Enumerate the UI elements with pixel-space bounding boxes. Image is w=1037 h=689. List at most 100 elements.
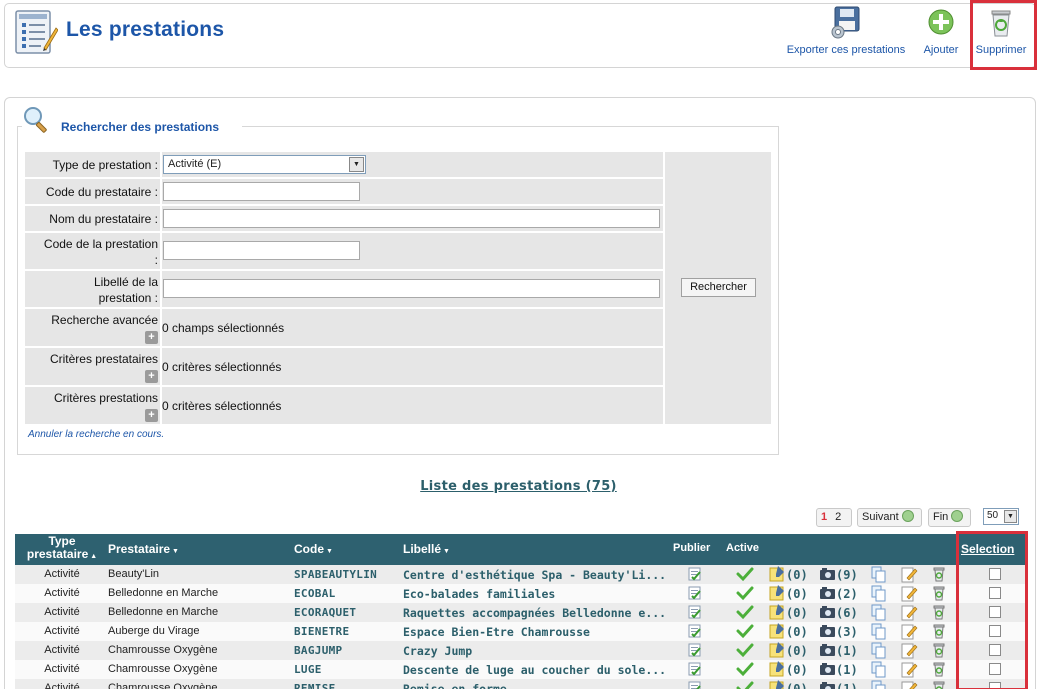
col-prestataire-header[interactable]: Prestataire ▼ — [108, 542, 179, 556]
row-code[interactable]: LUGE — [294, 663, 322, 676]
page-2-link[interactable]: 2 — [835, 511, 841, 523]
notes-icon[interactable] — [769, 565, 786, 585]
edit-icon[interactable] — [901, 623, 918, 643]
delete-button[interactable]: Supprimer — [970, 6, 1032, 56]
edit-icon[interactable] — [901, 566, 918, 586]
camera-icon[interactable] — [819, 566, 836, 585]
row-code[interactable]: SPABEAUTYLIN — [294, 568, 377, 581]
row-select-checkbox[interactable] — [989, 663, 1001, 675]
row-select-checkbox[interactable] — [989, 587, 1001, 599]
publish-icon[interactable] — [687, 623, 703, 642]
table-row[interactable]: Activité Belledonne en Marche ECORAQUET Raq… — [15, 603, 1025, 622]
table-row[interactable]: Activité Chamrousse Oxygène BAGJUMP Crazy J… — [15, 641, 1025, 660]
copy-icon[interactable] — [871, 566, 887, 586]
table-row[interactable]: Activité Belledonne en Marche ECOBAL Eco-ba… — [15, 584, 1025, 603]
camera-icon[interactable] — [819, 623, 836, 642]
copy-icon[interactable] — [871, 623, 887, 643]
publish-icon[interactable] — [687, 566, 703, 585]
row-libelle[interactable]: Eco-balades familiales — [403, 587, 555, 601]
publish-icon[interactable] — [687, 585, 703, 604]
table-row[interactable]: Activité Chamrousse Oxygène LUGE Descente d… — [15, 660, 1025, 679]
type-select[interactable]: Activité (E) ▼ — [163, 155, 366, 174]
expand-plus-icon[interactable]: + — [145, 370, 158, 383]
col-selection-header[interactable]: Selection — [961, 542, 1014, 556]
search-submit-button[interactable]: Rechercher — [681, 278, 756, 297]
trash-icon[interactable] — [932, 623, 946, 642]
row-code[interactable]: REMISE — [294, 682, 336, 689]
publish-icon[interactable] — [687, 604, 703, 623]
nom-prestataire-input[interactable] — [163, 209, 660, 228]
trash-icon[interactable] — [932, 585, 946, 604]
add-button[interactable]: Ajouter — [918, 6, 964, 56]
copy-icon[interactable] — [871, 585, 887, 605]
table-row[interactable]: Activité Auberge du Virage BIENETRE Espace … — [15, 622, 1025, 641]
trash-icon[interactable] — [932, 680, 946, 689]
notes-icon[interactable] — [769, 622, 786, 642]
row-code[interactable]: BAGJUMP — [294, 644, 342, 657]
camera-icon[interactable] — [819, 585, 836, 604]
edit-icon[interactable] — [901, 642, 918, 662]
col-code-header[interactable]: Code ▼ — [294, 542, 333, 556]
table-row[interactable]: Activité Chamrousse Oxygène REMISE Remise e… — [15, 679, 1025, 689]
row-code[interactable]: ECOBAL — [294, 587, 336, 600]
row-libelle[interactable]: Espace Bien-Etre Chamrousse — [403, 625, 590, 639]
trash-icon[interactable] — [932, 566, 946, 585]
notes-icon[interactable] — [769, 641, 786, 661]
notes-icon[interactable] — [769, 660, 786, 680]
trash-icon[interactable] — [932, 661, 946, 680]
active-check-icon[interactable] — [736, 566, 754, 585]
notes-icon[interactable] — [769, 603, 786, 623]
trash-icon[interactable] — [932, 604, 946, 623]
per-page-select[interactable]: 50 ▼ — [983, 508, 1019, 525]
expand-plus-icon[interactable]: + — [145, 409, 158, 422]
copy-icon[interactable] — [871, 661, 887, 681]
notes-icon[interactable] — [769, 679, 786, 689]
row-select-checkbox[interactable] — [989, 568, 1001, 580]
camera-icon[interactable] — [819, 661, 836, 680]
copy-icon[interactable] — [871, 642, 887, 662]
expand-plus-icon[interactable]: + — [145, 331, 158, 344]
next-page-button[interactable]: Suivant — [857, 508, 922, 527]
copy-icon[interactable] — [871, 680, 887, 689]
row-libelle[interactable]: Raquettes accompagnées Belledonne e... — [403, 606, 666, 620]
edit-icon[interactable] — [901, 680, 918, 689]
edit-icon[interactable] — [901, 585, 918, 605]
row-libelle[interactable]: Descente de luge au coucher du sole... — [403, 663, 666, 677]
last-page-button[interactable]: Fin — [928, 508, 971, 527]
notes-icon[interactable] — [769, 584, 786, 604]
copy-icon[interactable] — [871, 604, 887, 624]
camera-icon[interactable] — [819, 642, 836, 661]
trash-icon[interactable] — [932, 642, 946, 661]
active-check-icon[interactable] — [736, 585, 754, 604]
row-code[interactable]: ECORAQUET — [294, 606, 356, 619]
active-check-icon[interactable] — [736, 661, 754, 680]
row-code[interactable]: BIENETRE — [294, 625, 349, 638]
publish-icon[interactable] — [687, 661, 703, 680]
row-libelle[interactable]: Remise en forme — [403, 682, 507, 689]
cancel-search-link[interactable]: Annuler la recherche en cours. — [28, 429, 164, 440]
active-check-icon[interactable] — [736, 680, 754, 689]
edit-icon[interactable] — [901, 604, 918, 624]
code-prestation-input[interactable] — [163, 241, 360, 260]
row-select-checkbox[interactable] — [989, 682, 1001, 689]
export-button[interactable]: Exporter ces prestations — [783, 6, 909, 56]
camera-icon[interactable] — [819, 604, 836, 623]
col-libelle-header[interactable]: Libellé ▼ — [403, 542, 450, 556]
publish-icon[interactable] — [687, 642, 703, 661]
active-check-icon[interactable] — [736, 623, 754, 642]
row-select-checkbox[interactable] — [989, 606, 1001, 618]
col-type-header[interactable]: Type prestataire ▲ — [20, 535, 104, 563]
camera-icon[interactable] — [819, 680, 836, 689]
row-select-checkbox[interactable] — [989, 644, 1001, 656]
list-title[interactable]: Liste des prestations (75) — [0, 479, 1037, 494]
libelle-input[interactable] — [163, 279, 660, 298]
active-check-icon[interactable] — [736, 642, 754, 661]
publish-icon[interactable] — [687, 680, 703, 689]
active-check-icon[interactable] — [736, 604, 754, 623]
row-libelle[interactable]: Centre d'esthétique Spa - Beauty'Li... — [403, 568, 666, 582]
edit-icon[interactable] — [901, 661, 918, 681]
page-1-link[interactable]: 1 — [821, 511, 827, 523]
row-libelle[interactable]: Crazy Jump — [403, 644, 472, 658]
code-prestataire-input[interactable] — [163, 182, 360, 201]
row-select-checkbox[interactable] — [989, 625, 1001, 637]
